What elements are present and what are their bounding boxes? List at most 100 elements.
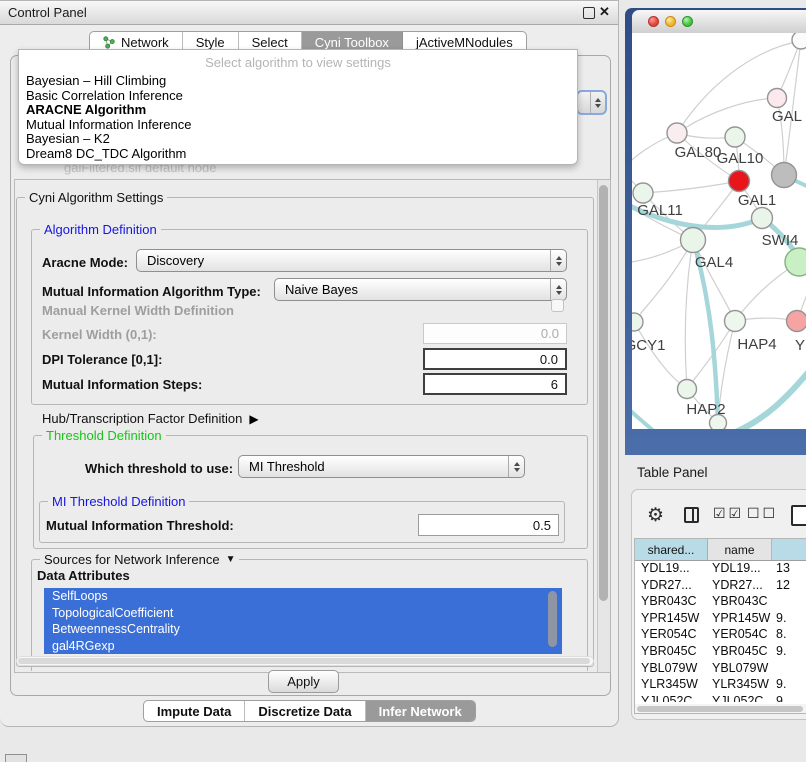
dpi-tolerance-field[interactable]: 0.0 (423, 348, 567, 370)
network-node[interactable] (792, 33, 806, 49)
algorithm-option[interactable]: Dream8 DC_TDC Algorithm (26, 147, 571, 162)
deselect-all-columns-icon[interactable]: ☐☐ (747, 505, 778, 522)
data-attribute-item[interactable]: SelfLoops (44, 588, 562, 605)
tab-discretize-data[interactable]: Discretize Data (245, 701, 365, 721)
network-edge-highlighted[interactable] (728, 365, 806, 429)
kernel-width-field[interactable]: 0.0 (423, 323, 567, 344)
network-edge[interactable] (693, 240, 735, 321)
mi-steps-field[interactable]: 6 (423, 373, 567, 395)
select-all-columns-icon[interactable]: ☑☑ (713, 505, 744, 522)
algorithm-option[interactable]: Basic Correlation Inference (26, 89, 571, 104)
network-icon (103, 36, 116, 49)
network-node[interactable] (787, 311, 806, 332)
mi-steps-value: 6 (551, 377, 558, 392)
settings-vertical-scrollbar-thumb[interactable] (599, 185, 608, 601)
table-cell: YBL079W (635, 660, 708, 677)
tab-impute-data[interactable]: Impute Data (144, 701, 245, 721)
network-node[interactable] (632, 313, 643, 331)
network-node[interactable] (725, 127, 745, 147)
attributes-list-scrollbar[interactable] (548, 591, 557, 647)
data-attributes-list[interactable]: SelfLoopsTopologicalCoefficientBetweenne… (44, 588, 562, 654)
tab-jactivemnodules-label: jActiveMNodules (416, 35, 513, 50)
network-node-label: GAL (772, 108, 802, 125)
column-header-name[interactable]: name (708, 539, 772, 560)
network-node[interactable] (772, 163, 797, 188)
mi-steps-label: Mutual Information Steps: (42, 377, 202, 392)
network-node-label: GAL11 (637, 202, 683, 219)
table-row[interactable]: YDR27...YDR27...12 (635, 577, 806, 594)
float-window-icon[interactable] (583, 7, 595, 19)
network-view-window[interactable]: GALGAL80GAL10GAL1GAL11SWI4GAL4GCY1HAP4YH… (625, 8, 806, 455)
tab-network-label: Network (121, 35, 169, 50)
tab-infer-network[interactable]: Infer Network (366, 701, 475, 721)
network-node[interactable] (681, 228, 706, 253)
columns-icon[interactable] (684, 507, 699, 523)
algorithm-option[interactable]: ARACNE Algorithm (26, 103, 571, 118)
data-attribute-item[interactable]: BetweennessCentrality (44, 621, 562, 638)
network-edge[interactable] (634, 322, 687, 389)
network-edge[interactable] (677, 98, 777, 133)
table-horizontal-scrollbar-thumb[interactable] (637, 706, 803, 712)
network-edge[interactable] (685, 240, 693, 389)
algorithm-option[interactable]: Bayesian – Hill Climbing (26, 74, 571, 89)
minimize-traffic-light-icon[interactable] (665, 16, 676, 27)
table-cell: YLR345W (635, 676, 708, 693)
table-row[interactable]: YJL052CYJL052C9 (635, 693, 806, 702)
table-row[interactable]: YBR043CYBR043C (635, 593, 806, 610)
network-node[interactable] (752, 208, 773, 229)
tab-select-label: Select (252, 35, 288, 50)
close-traffic-light-icon[interactable] (648, 16, 659, 27)
table-row[interactable]: YPR145WYPR145W9. (635, 610, 806, 627)
network-graph: GALGAL80GAL10GAL1GAL11SWI4GAL4GCY1HAP4YH… (632, 33, 806, 429)
network-node[interactable] (768, 89, 787, 108)
data-attribute-item[interactable]: TopologicalCoefficient (44, 605, 562, 622)
network-window-titlebar[interactable] (632, 10, 806, 34)
network-node[interactable] (725, 311, 746, 332)
network-node[interactable] (678, 380, 697, 399)
focused-combo-fragment[interactable] (576, 90, 607, 115)
algorithm-option[interactable]: Mutual Information Inference (26, 118, 571, 133)
zoom-traffic-light-icon[interactable] (682, 16, 693, 27)
table-cell: YBR045C (635, 643, 708, 660)
control-panel: Control Panel ✕ Network Style Select Cyn… (0, 0, 619, 727)
network-node-label: GAL1 (738, 192, 776, 209)
data-attribute-item[interactable]: gal4RGexp (44, 638, 562, 655)
gear-icon[interactable]: ⚙ (647, 504, 664, 527)
settings-horizontal-scrollbar-thumb[interactable] (18, 658, 590, 664)
table-row[interactable]: YBR045CYBR045C9. (635, 643, 806, 660)
column-header-shared-name[interactable]: shared... (635, 539, 708, 560)
table-row[interactable]: YDL19...YDL19...13 (635, 560, 806, 577)
network-edge-highlighted[interactable] (632, 405, 690, 429)
tab-discretize-data-label: Discretize Data (258, 704, 351, 719)
algorithm-dropdown[interactable]: Select algorithm to view settings Bayesi… (18, 49, 578, 165)
apply-button[interactable]: Apply (268, 670, 339, 693)
mi-threshold-value: 0.5 (533, 518, 551, 533)
bottom-tab-bar: Impute Data Discretize Data Infer Networ… (143, 700, 476, 722)
partial-toolbar-icon[interactable] (791, 505, 806, 526)
group-sources-title-row[interactable]: Sources for Network Inference ▼ (40, 552, 239, 567)
bottom-left-partial-icon[interactable] (5, 754, 27, 762)
hub-expander[interactable]: Hub/Transcription Factor Definition ▶ (42, 411, 259, 426)
column-header-partial[interactable] (772, 539, 806, 560)
table-cell: YPR145W (708, 610, 772, 627)
network-canvas[interactable]: GALGAL80GAL10GAL1GAL11SWI4GAL4GCY1HAP4YH… (632, 33, 806, 429)
network-edge[interactable] (643, 181, 739, 193)
mi-type-combo[interactable]: Naive Bayes (274, 278, 567, 301)
mi-threshold-field[interactable]: 0.5 (418, 514, 559, 536)
table-row[interactable]: YBL079WYBL079W (635, 660, 806, 677)
network-node[interactable] (785, 248, 806, 276)
combo-spinner-icon (550, 250, 566, 271)
aracne-mode-combo[interactable]: Discovery (136, 249, 567, 272)
network-edge[interactable] (634, 240, 693, 322)
algorithm-option[interactable]: Bayesian – K2 (26, 132, 571, 147)
table-row[interactable]: YLR345WYLR345W9. (635, 676, 806, 693)
manual-kernel-checkbox[interactable] (551, 299, 564, 312)
table-cell: 8. (772, 626, 806, 643)
network-node[interactable] (633, 183, 653, 203)
network-node[interactable] (667, 123, 687, 143)
which-threshold-combo[interactable]: MI Threshold (238, 455, 525, 478)
which-threshold-label: Which threshold to use: (85, 461, 233, 476)
table-row[interactable]: YER054CYER054C8. (635, 626, 806, 643)
close-icon[interactable]: ✕ (599, 4, 610, 20)
network-node[interactable] (729, 171, 750, 192)
